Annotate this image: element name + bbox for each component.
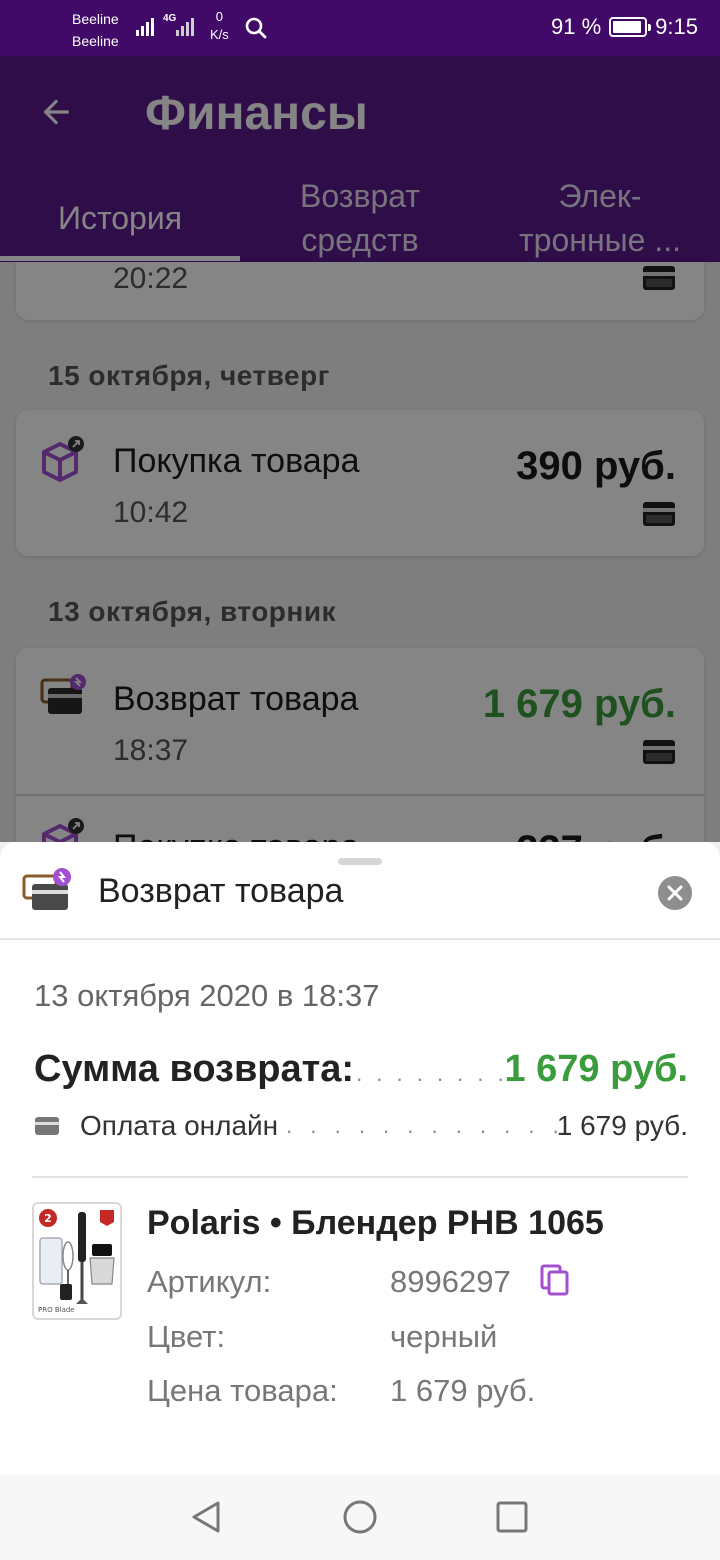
product-name[interactable]: Polaris • Блендер PHB 1065	[147, 1204, 604, 1243]
product-image[interactable]: 2 PRO Blade	[32, 1202, 122, 1320]
net-speed-value: 0	[215, 9, 224, 24]
clock: 9:15	[655, 14, 698, 39]
battery-icon	[609, 17, 652, 37]
nav-recents-button[interactable]	[494, 1499, 530, 1540]
card-icon	[34, 1115, 60, 1137]
article-value: 8996297	[390, 1264, 511, 1299]
product-image-caption: PRO Blade	[38, 1306, 75, 1314]
status-right: 91 % 9:15	[551, 14, 698, 40]
network-type: 4G	[163, 13, 177, 24]
net-speed-unit: K/s	[210, 27, 229, 42]
divider	[32, 1176, 688, 1178]
color-value: черный	[390, 1319, 498, 1354]
article-label: Артикул:	[147, 1264, 272, 1299]
payment-amount: 1 679 руб.	[556, 1110, 688, 1141]
close-icon	[667, 885, 683, 901]
transaction-details-sheet: Возврат товара 13 октября 2020 в 18:37 С…	[0, 842, 720, 1475]
net-speed: 0 K/s	[210, 8, 229, 44]
circle-home-icon	[343, 1500, 377, 1534]
status-bar: Beeline Beeline 4G 0 K/s 91 % 9:15	[0, 0, 720, 56]
divider	[0, 938, 720, 940]
dot-leader: . . . . . . . . . . . . . . . . . . . .	[356, 1061, 504, 1086]
triangle-back-icon	[192, 1501, 220, 1533]
price-value: 1 679 руб.	[390, 1373, 536, 1408]
dot-leader: . . . . . . . . . . . . . . . . . . . . …	[286, 1113, 557, 1138]
drag-handle[interactable]	[338, 858, 382, 865]
product-badge: 2	[44, 1212, 52, 1225]
payment-row: Оплата онлайн . . . . . . . . . . . . . …	[34, 1106, 688, 1146]
close-button[interactable]	[658, 876, 692, 910]
system-nav-bar	[0, 1475, 720, 1560]
search-icon	[244, 16, 268, 45]
scrim-overlay[interactable]	[0, 56, 720, 842]
carrier-1: Beeline	[72, 11, 119, 27]
sheet-title: Возврат товара	[98, 872, 344, 910]
square-recents-icon	[496, 1501, 528, 1533]
nav-back-button[interactable]	[188, 1499, 224, 1540]
carrier-2: Beeline	[72, 33, 119, 49]
signal-icon	[136, 14, 154, 36]
price-label: Цена товара:	[147, 1373, 338, 1408]
transaction-datetime: 13 октября 2020 в 18:37	[34, 978, 380, 1013]
copy-icon[interactable]	[540, 1264, 570, 1301]
color-label: Цвет:	[147, 1319, 226, 1354]
payment-method-label: Оплата онлайн	[80, 1110, 279, 1141]
battery-percent: 91 %	[551, 14, 602, 39]
refund-sum-row: Сумма возврата: . . . . . . . . . . . . …	[34, 1048, 688, 1098]
signal-2-icon	[176, 14, 194, 36]
nav-home-button[interactable]	[342, 1499, 378, 1540]
refund-sum-label: Сумма возврата:	[34, 1048, 355, 1090]
refund-card-icon	[22, 868, 72, 919]
carrier-labels: Beeline Beeline	[72, 8, 119, 52]
refund-sum-value: 1 679 руб.	[504, 1048, 688, 1090]
